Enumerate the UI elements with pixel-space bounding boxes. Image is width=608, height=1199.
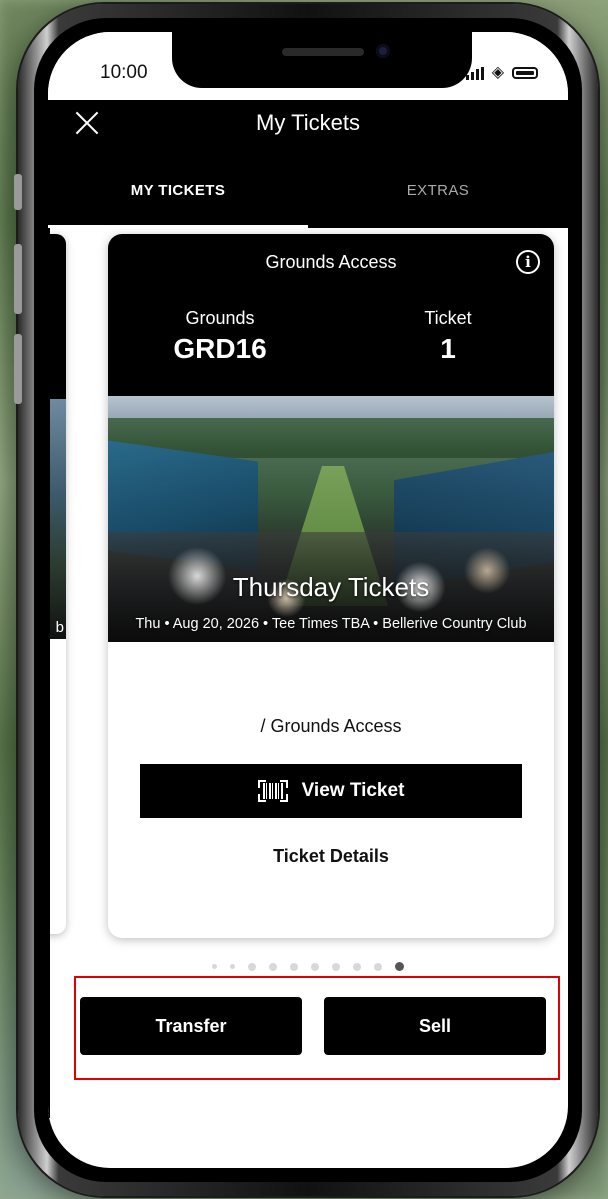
tab-bar: MY TICKETS EXTRAS <box>48 174 568 228</box>
pagination-dot[interactable] <box>311 962 319 971</box>
sell-button[interactable]: Sell <box>324 997 546 1055</box>
previous-ticket-subtitle: b <box>55 619 64 636</box>
ticket-number-field: Ticket 1 <box>398 308 498 365</box>
view-ticket-button[interactable]: View Ticket <box>140 764 522 818</box>
barcode-icon <box>257 780 288 802</box>
mute-switch <box>14 174 22 210</box>
cellular-signal-icon <box>465 66 484 80</box>
phone-frame: 10:00 ◈ My Tickets MY TICKETS EXTRAS b G… <box>14 4 598 1196</box>
pagination-dot-active[interactable] <box>395 962 404 971</box>
grounds-field: Grounds GRD16 <box>158 308 282 365</box>
notch <box>172 32 472 88</box>
access-description: / Grounds Access <box>260 716 402 736</box>
view-ticket-label: View Ticket <box>301 780 405 801</box>
field-value: 1 <box>440 333 456 364</box>
event-subtitle: Thu • Aug 20, 2026 • Tee Times TBA • Bel… <box>135 616 527 632</box>
front-camera <box>376 44 390 58</box>
pagination-dot[interactable] <box>230 964 235 969</box>
app-header: My Tickets MY TICKETS EXTRAS <box>48 100 568 228</box>
previous-ticket-card[interactable]: b <box>48 234 66 934</box>
pagination-dot[interactable] <box>374 962 382 971</box>
pagination-dot[interactable] <box>353 962 361 971</box>
volume-up-button <box>14 244 22 314</box>
field-label: Grounds <box>185 308 255 328</box>
phone-screen: 10:00 ◈ My Tickets MY TICKETS EXTRAS b G… <box>48 32 568 1168</box>
pagination-dot[interactable] <box>212 964 217 969</box>
status-time: 10:00 <box>100 62 148 83</box>
field-value: GRD16 <box>173 333 267 364</box>
battery-icon <box>512 67 538 79</box>
ticket-carousel[interactable]: b Grounds Access i Grounds GRD16 Ticket … <box>48 228 568 988</box>
page-title: My Tickets <box>256 110 360 135</box>
ticket-card: Grounds Access i Grounds GRD16 Ticket 1 <box>108 234 554 938</box>
pagination-dot[interactable] <box>248 962 256 971</box>
previous-ticket-photo <box>48 399 66 639</box>
status-bar: 10:00 ◈ <box>48 32 568 100</box>
ticket-card-header: Grounds Access i Grounds GRD16 Ticket 1 <box>108 234 554 396</box>
speaker-grille <box>282 48 364 56</box>
pagination-dot[interactable] <box>269 962 277 971</box>
ticket-details-link[interactable]: Ticket Details <box>108 846 554 867</box>
event-photo: Thursday Tickets Thu • Aug 20, 2026 • Te… <box>108 396 554 642</box>
event-title: Thursday Tickets <box>232 572 430 602</box>
status-icons: ◈ <box>465 64 538 81</box>
pagination-dots <box>48 962 568 971</box>
tab-extras[interactable]: EXTRAS <box>308 174 568 228</box>
info-icon[interactable]: i <box>516 250 540 274</box>
wifi-icon: ◈ <box>491 64 504 81</box>
volume-down-button <box>14 334 22 404</box>
ticket-type: Grounds Access <box>265 252 397 272</box>
pagination-dot[interactable] <box>332 962 340 971</box>
field-label: Ticket <box>424 308 472 328</box>
tab-my-tickets[interactable]: MY TICKETS <box>48 174 308 228</box>
transfer-button[interactable]: Transfer <box>80 997 302 1055</box>
pagination-dot[interactable] <box>290 962 298 971</box>
